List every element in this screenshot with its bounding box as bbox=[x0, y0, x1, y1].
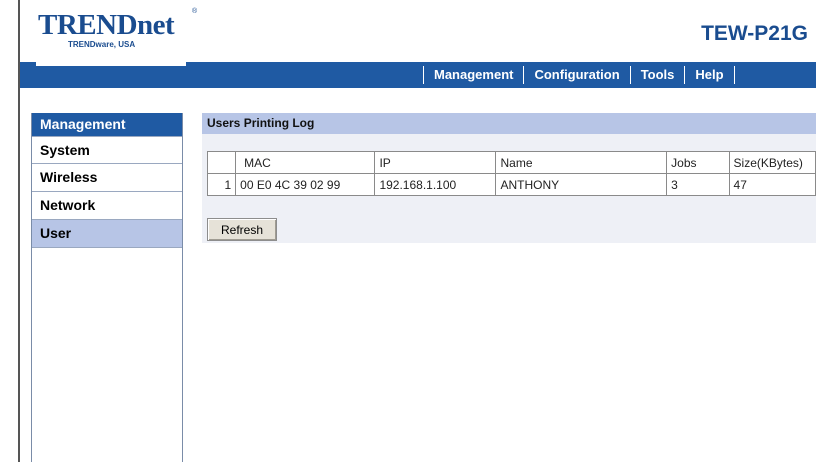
nav-help[interactable]: Help bbox=[685, 62, 733, 88]
sidebar-item-network[interactable]: Network bbox=[32, 192, 182, 220]
logo-registered-mark: ® bbox=[192, 8, 198, 15]
sidebar-header: Management bbox=[32, 113, 182, 136]
sidebar-item-user[interactable]: User bbox=[32, 220, 182, 248]
panel-title: Users Printing Log bbox=[202, 113, 816, 134]
model-name: TEW-P21G bbox=[701, 22, 808, 45]
table-header-row: MAC IP Name Jobs Size(KBytes) bbox=[206, 151, 816, 174]
col-header-jobs: Jobs bbox=[666, 151, 730, 174]
col-header-index bbox=[206, 151, 237, 174]
col-header-ip: IP bbox=[374, 151, 497, 174]
top-nav-bar: Management Configuration Tools Help bbox=[20, 62, 816, 88]
cell-jobs: 3 bbox=[666, 173, 730, 196]
table-row: 1 00 E0 4C 39 02 99 192.168.1.100 ANTHON… bbox=[206, 173, 816, 196]
logo-subtitle: TRENDware, USA bbox=[68, 40, 136, 49]
col-header-name: Name bbox=[495, 151, 668, 174]
sidebar-item-wireless[interactable]: Wireless bbox=[32, 164, 182, 192]
cell-size: 47 bbox=[728, 173, 816, 196]
refresh-button[interactable]: Refresh bbox=[207, 218, 277, 241]
logo-text: TRENDnet bbox=[38, 9, 175, 41]
cell-name: ANTHONY bbox=[495, 173, 668, 196]
nav-configuration[interactable]: Configuration bbox=[524, 62, 629, 88]
users-printing-log-panel: Users Printing Log MAC IP Name Jobs Size… bbox=[202, 113, 816, 243]
nav-tools[interactable]: Tools bbox=[631, 62, 685, 88]
col-header-mac: MAC bbox=[235, 151, 376, 174]
top-nav-items: Management Configuration Tools Help bbox=[423, 62, 735, 88]
nav-separator bbox=[733, 66, 735, 84]
cell-index: 1 bbox=[206, 173, 237, 196]
printing-log-table: MAC IP Name Jobs Size(KBytes) 1 00 E0 4C… bbox=[206, 151, 816, 196]
trendnet-logo: TRENDnet ® TRENDware, USA bbox=[38, 8, 197, 50]
sidebar: Management System Wireless Network User bbox=[31, 113, 183, 462]
col-header-size: Size(KBytes) bbox=[728, 151, 816, 174]
cell-mac: 00 E0 4C 39 02 99 bbox=[235, 173, 376, 196]
cell-ip: 192.168.1.100 bbox=[374, 173, 497, 196]
nav-management[interactable]: Management bbox=[424, 62, 523, 88]
sidebar-item-system[interactable]: System bbox=[32, 136, 182, 164]
nav-bar-left-strip bbox=[36, 62, 186, 66]
